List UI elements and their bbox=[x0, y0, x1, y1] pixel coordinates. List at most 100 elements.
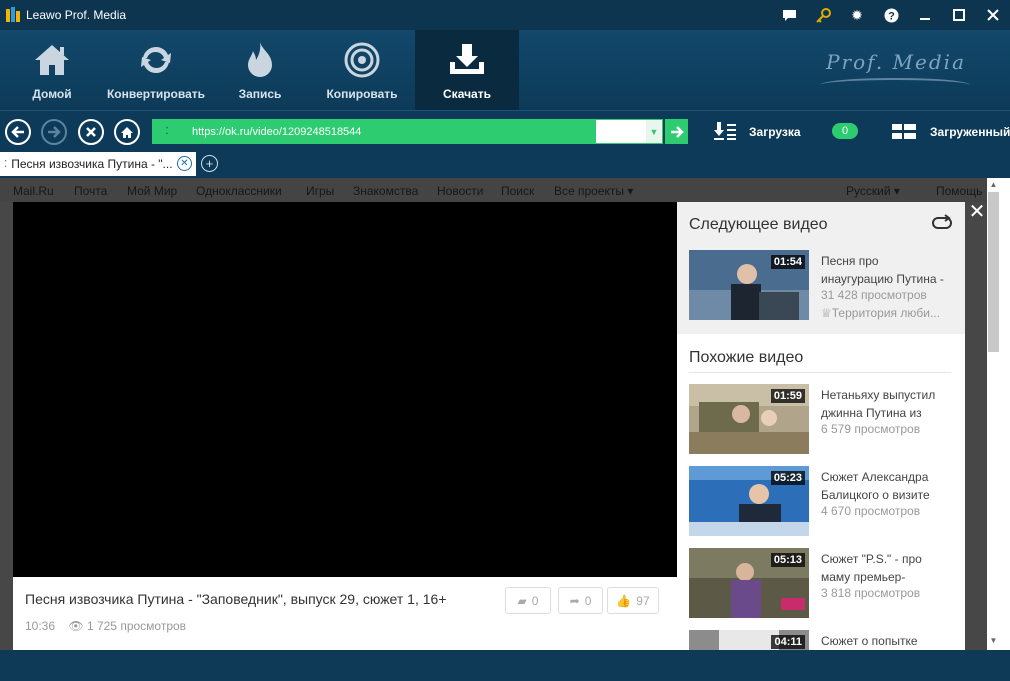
brand-logo: Prof. Media bbox=[826, 50, 966, 74]
grid-list-icon bbox=[892, 123, 916, 139]
portal-link[interactable]: Mail.Ru bbox=[13, 184, 54, 198]
shares-count: 0 bbox=[584, 593, 592, 608]
video-thumbnail: 05:13 bbox=[689, 548, 809, 618]
similar-video-card[interactable]: 01:59 Нетаньяху выпустил джинна Путина и… bbox=[689, 384, 953, 456]
duration-badge: 04:11 bbox=[771, 635, 805, 649]
video-info-panel: Песня извозчика Путина - "Заповедник", в… bbox=[13, 577, 677, 650]
share-icon: ➦ bbox=[569, 593, 580, 608]
close-icon[interactable] bbox=[976, 0, 1010, 30]
flame-icon bbox=[240, 40, 280, 80]
share-button[interactable]: ➦ 0 bbox=[558, 587, 603, 614]
video-player[interactable] bbox=[13, 202, 677, 577]
downloaded-label: Загруженный bbox=[930, 124, 1010, 139]
download-icon bbox=[447, 40, 487, 80]
video-title: Песня извозчика Путина - "Заповедник", в… bbox=[25, 591, 447, 607]
duration-badge: 05:23 bbox=[770, 471, 805, 485]
next-video-heading: Следующее видео bbox=[689, 216, 828, 233]
copy-label: Копировать bbox=[326, 87, 398, 101]
similar-video-views: 6 579 просмотров bbox=[821, 422, 921, 436]
download-button[interactable]: Скачать bbox=[415, 30, 519, 110]
address-bar[interactable]: ⁚ https://ok.ru/video/1209248518544 bbox=[152, 119, 595, 144]
convert-label: Конвертировать bbox=[106, 87, 206, 101]
home-nav-button[interactable] bbox=[114, 119, 140, 145]
likes-count: 97 bbox=[636, 593, 650, 608]
video-meta: 10:36 👁 1 725 просмотров bbox=[25, 619, 186, 633]
autoplay-toggle-icon[interactable] bbox=[931, 214, 953, 235]
video-duration: 10:36 bbox=[25, 619, 56, 633]
browser-tab[interactable]: ⁚ Песня извозчика Путина - "... ✕ bbox=[0, 152, 196, 176]
web-view: Mail.Ru Почта Мой Мир Одноклассники Игры… bbox=[0, 178, 1010, 650]
language-select[interactable]: Русский ▾ bbox=[846, 184, 900, 198]
video-thumbnail: 01:59 bbox=[689, 384, 809, 454]
similar-video-card[interactable]: 05:13 Сюжет "P.S." - про маму премьер- 3… bbox=[689, 548, 953, 620]
feedback-icon[interactable] bbox=[772, 0, 806, 30]
download-label: Скачать bbox=[443, 87, 491, 101]
channel-icon: ♕ bbox=[821, 306, 832, 320]
duration-badge: 01:59 bbox=[770, 389, 805, 403]
forward-button[interactable] bbox=[41, 119, 67, 145]
close-video-overlay-button[interactable]: ✕ bbox=[966, 200, 988, 223]
tab-title: Песня извозчика Путина - "... bbox=[11, 157, 173, 171]
gear-icon[interactable]: ✹ bbox=[840, 0, 874, 30]
download-list-icon bbox=[714, 121, 736, 140]
url-history-dropdown[interactable]: ▼ bbox=[595, 119, 663, 144]
video-thumbnail: 05:23 bbox=[689, 466, 809, 536]
url-text[interactable]: https://ok.ru/video/1209248518544 bbox=[192, 126, 361, 138]
similar-videos-heading: Похожие видео bbox=[689, 349, 804, 366]
eye-icon: 👁 bbox=[68, 619, 84, 633]
divider bbox=[689, 372, 951, 373]
scrollbar-thumb[interactable] bbox=[988, 192, 999, 352]
maximize-icon[interactable] bbox=[942, 0, 976, 30]
portal-link[interactable]: Поиск bbox=[501, 184, 534, 198]
disc-icon bbox=[342, 40, 382, 80]
svg-text:?: ? bbox=[888, 10, 895, 22]
portal-link[interactable]: Почта bbox=[74, 184, 107, 198]
page-scrollbar[interactable]: ▲ ▼ bbox=[987, 178, 1010, 650]
portal-link[interactable]: Мой Мир bbox=[127, 184, 177, 198]
portal-navigation: Mail.Ru Почта Мой Мир Одноклассники Игры… bbox=[0, 178, 987, 202]
browser-tab-bar: ⁚ Песня извозчика Путина - "... ✕ + bbox=[0, 150, 1010, 178]
scroll-up-icon[interactable]: ▲ bbox=[988, 180, 999, 189]
convert-button[interactable]: Конвертировать bbox=[104, 30, 208, 110]
video-thumbnail: 01:54 bbox=[689, 250, 809, 320]
like-button[interactable]: 👍 97 bbox=[607, 587, 659, 614]
go-button[interactable] bbox=[665, 119, 688, 144]
similar-video-card[interactable]: 04:11 Сюжет о попытке bbox=[689, 630, 953, 650]
portal-link[interactable]: Одноклассники bbox=[196, 184, 282, 198]
next-video-title: Песня про инаугурацию Путина - bbox=[821, 254, 944, 286]
burn-label: Запись bbox=[238, 87, 282, 101]
video-views: 1 725 просмотров bbox=[86, 619, 187, 633]
new-tab-button[interactable]: + bbox=[201, 155, 218, 172]
app-logo-icon bbox=[6, 7, 20, 22]
comment-icon: ▰ bbox=[517, 593, 527, 608]
portal-link[interactable]: Новости bbox=[437, 184, 483, 198]
key-icon[interactable] bbox=[806, 0, 840, 30]
comments-button[interactable]: ▰ 0 bbox=[505, 587, 551, 614]
help-icon[interactable]: ? bbox=[874, 0, 908, 30]
burn-button[interactable]: Запись bbox=[208, 30, 312, 110]
chevron-down-icon[interactable]: ▼ bbox=[646, 120, 662, 143]
minimize-icon[interactable] bbox=[908, 0, 942, 30]
help-link[interactable]: Помощь bbox=[936, 184, 982, 198]
similar-video-card[interactable]: 05:23 Сюжет Александра Балицкого о визит… bbox=[689, 466, 953, 538]
tab-close-icon[interactable]: ✕ bbox=[177, 156, 192, 171]
downloaded-button[interactable]: Загруженный bbox=[892, 119, 1010, 144]
similar-video-title: Сюжет о попытке bbox=[821, 634, 918, 648]
stop-button[interactable] bbox=[78, 119, 104, 145]
back-button[interactable] bbox=[5, 119, 31, 145]
next-video-channel: ♕Территория люби... bbox=[821, 306, 940, 320]
duration-badge: 05:13 bbox=[770, 553, 805, 567]
similar-video-title: Сюжет Александра Балицкого о визите bbox=[821, 470, 930, 502]
portal-link[interactable]: Игры bbox=[306, 184, 334, 198]
video-thumbnail: 04:11 bbox=[689, 630, 809, 650]
next-video-card[interactable]: 01:54 Песня про инаугурацию Путина - 31 … bbox=[689, 250, 953, 322]
downloading-button[interactable]: Загрузка bbox=[713, 119, 801, 144]
scroll-down-icon[interactable]: ▼ bbox=[988, 636, 999, 645]
copy-button[interactable]: Копировать bbox=[310, 30, 414, 110]
thumbs-up-icon: 👍 bbox=[616, 593, 632, 608]
tab-loading-icon: ⁚ bbox=[4, 158, 8, 170]
home-button[interactable]: Домой bbox=[0, 30, 104, 110]
portal-link[interactable]: Знакомства bbox=[353, 184, 418, 198]
downloading-label: Загрузка bbox=[749, 124, 801, 139]
portal-link[interactable]: Все проекты ▾ bbox=[554, 184, 633, 198]
